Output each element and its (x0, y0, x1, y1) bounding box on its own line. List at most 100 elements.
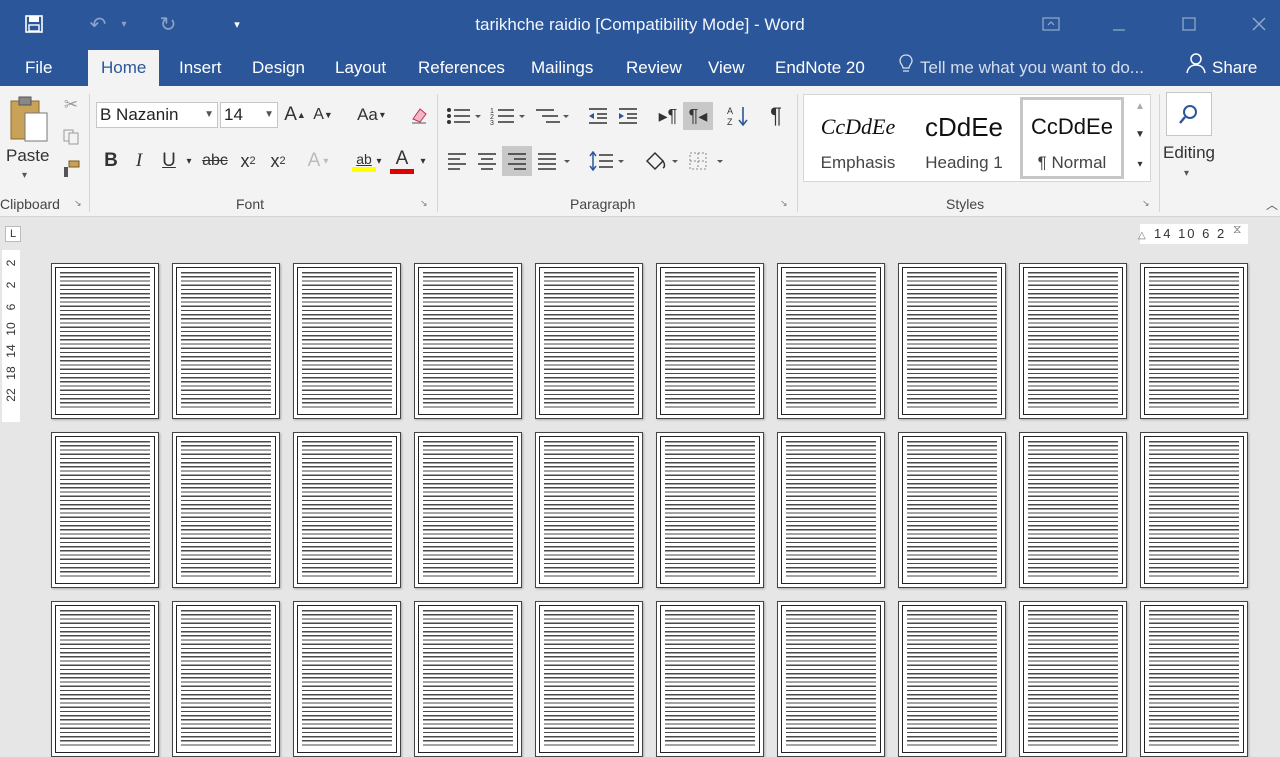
collapse-ribbon-icon[interactable]: ︿ (1266, 196, 1278, 213)
tab-selector[interactable]: L (5, 226, 21, 242)
highlight-dropdown-icon[interactable]: ▾ (372, 148, 386, 174)
page-thumbnail[interactable] (1140, 601, 1248, 757)
ltr-direction-icon[interactable]: ▸¶ (654, 102, 682, 130)
styles-scroll-down-icon[interactable]: ▼ (1130, 122, 1150, 146)
text-effects-button[interactable]: A ▾ (300, 148, 336, 174)
font-launcher-icon[interactable]: ↘ (420, 198, 430, 208)
page-thumbnail[interactable] (414, 432, 522, 588)
paste-label[interactable]: Paste (6, 146, 49, 166)
align-center-icon[interactable] (474, 148, 500, 174)
shading-button[interactable] (640, 148, 682, 174)
numbering-button[interactable]: 123 (488, 102, 528, 130)
font-name-combo[interactable]: B Nazanin ▼ (96, 102, 218, 128)
page-thumbnail[interactable] (1140, 432, 1248, 588)
page-thumbnail[interactable] (172, 263, 280, 419)
borders-button[interactable] (686, 148, 726, 174)
editing-label[interactable]: Editing (1160, 143, 1218, 163)
format-painter-icon[interactable] (60, 158, 82, 180)
style-heading-1[interactable]: cDdEe Heading 1 (912, 97, 1016, 179)
tab-insert[interactable]: Insert (166, 50, 235, 86)
page-thumbnail[interactable] (1019, 601, 1127, 757)
vertical-ruler[interactable]: 2 2 6 10 14 18 22 (2, 250, 20, 422)
page-thumbnail[interactable] (51, 263, 159, 419)
grow-font-button[interactable]: A ▲ (283, 102, 307, 128)
horizontal-ruler[interactable]: 14 10 6 2 (1140, 224, 1248, 244)
page-thumbnail[interactable] (777, 263, 885, 419)
ribbon-display-icon[interactable] (1028, 6, 1074, 42)
page-thumbnail[interactable] (656, 263, 764, 419)
styles-more-icon[interactable]: ▾ (1130, 150, 1150, 178)
underline-button[interactable]: U (156, 148, 182, 174)
page-thumbnail[interactable] (1019, 263, 1127, 419)
font-size-combo[interactable]: 14 ▼ (220, 102, 278, 128)
subscript-button[interactable]: x2 (234, 148, 262, 174)
bullets-button[interactable] (444, 102, 484, 130)
copy-icon[interactable] (60, 126, 82, 148)
styles-launcher-icon[interactable]: ↘ (1142, 198, 1152, 208)
change-case-button[interactable]: Aa ▾ (350, 102, 392, 128)
clipboard-launcher-icon[interactable]: ↘ (74, 198, 84, 208)
italic-button[interactable]: I (126, 148, 152, 174)
page-thumbnail[interactable] (535, 601, 643, 757)
superscript-button[interactable]: x2 (264, 148, 292, 174)
editing-dropdown-icon[interactable]: ▾ (1184, 168, 1189, 179)
page-thumbnail[interactable] (1019, 432, 1127, 588)
increase-indent-icon[interactable] (614, 102, 642, 130)
decrease-indent-icon[interactable] (584, 102, 612, 130)
underline-dropdown-icon[interactable]: ▾ (182, 148, 196, 174)
line-spacing-button[interactable] (586, 148, 628, 174)
shrink-font-button[interactable]: A ▼ (311, 102, 335, 128)
sort-icon[interactable]: AZ (724, 102, 752, 130)
cut-icon[interactable]: ✂ (60, 94, 82, 116)
page-thumbnail[interactable] (51, 601, 159, 757)
align-right-icon[interactable] (502, 146, 532, 176)
page-thumbnail[interactable] (293, 432, 401, 588)
tab-review[interactable]: Review (613, 50, 695, 86)
page-thumbnail[interactable] (898, 601, 1006, 757)
page-thumbnail[interactable] (898, 432, 1006, 588)
left-indent-marker-icon[interactable]: △ (1138, 230, 1146, 241)
page-thumbnail[interactable] (656, 432, 764, 588)
page-thumbnail[interactable] (656, 601, 764, 757)
page-thumbnail[interactable] (1140, 263, 1248, 419)
clear-formatting-icon[interactable] (406, 102, 432, 128)
page-thumbnail[interactable] (535, 432, 643, 588)
minimize-icon[interactable] (1096, 6, 1142, 42)
page-thumbnail[interactable] (777, 432, 885, 588)
justify-button[interactable] (534, 148, 574, 174)
close-icon[interactable] (1236, 6, 1280, 42)
tab-mailings[interactable]: Mailings (518, 50, 606, 86)
page-thumbnail[interactable] (293, 601, 401, 757)
tab-endnote[interactable]: EndNote 20 (762, 50, 878, 86)
search-icon[interactable] (1166, 92, 1212, 136)
page-thumbnail[interactable] (414, 601, 522, 757)
style-normal[interactable]: CcDdEe ¶ Normal (1020, 97, 1124, 179)
share-button[interactable]: Share (1186, 50, 1257, 86)
page-thumbnail[interactable] (172, 432, 280, 588)
multilevel-list-button[interactable] (532, 102, 572, 130)
font-color-button[interactable]: A (388, 146, 416, 176)
bold-button[interactable]: B (98, 148, 124, 174)
paragraph-launcher-icon[interactable]: ↘ (780, 198, 790, 208)
tell-me-box[interactable]: Tell me what you want to do... (898, 50, 1144, 86)
rtl-direction-icon[interactable]: ¶◂ (683, 102, 713, 130)
styles-scroll-up-icon[interactable]: ▲ (1130, 94, 1150, 118)
page-thumbnail[interactable] (414, 263, 522, 419)
right-indent-marker-icon[interactable]: ⧖ (1233, 222, 1241, 237)
page-thumbnail[interactable] (172, 601, 280, 757)
page-thumbnail[interactable] (898, 263, 1006, 419)
strikethrough-button[interactable]: abc (200, 148, 230, 174)
page-thumbnail[interactable] (777, 601, 885, 757)
show-marks-button[interactable]: ¶ (762, 102, 790, 130)
tab-home[interactable]: Home (88, 50, 160, 86)
paste-dropdown-icon[interactable]: ▾ (22, 170, 27, 181)
paste-icon[interactable] (6, 92, 52, 148)
align-left-icon[interactable] (444, 148, 470, 174)
page-thumbnail[interactable] (51, 432, 159, 588)
maximize-icon[interactable] (1166, 6, 1212, 42)
tab-layout[interactable]: Layout (322, 50, 399, 86)
tab-references[interactable]: References (405, 50, 518, 86)
page-thumbnail[interactable] (535, 263, 643, 419)
tab-view[interactable]: View (695, 50, 758, 86)
tab-design[interactable]: Design (239, 50, 318, 86)
